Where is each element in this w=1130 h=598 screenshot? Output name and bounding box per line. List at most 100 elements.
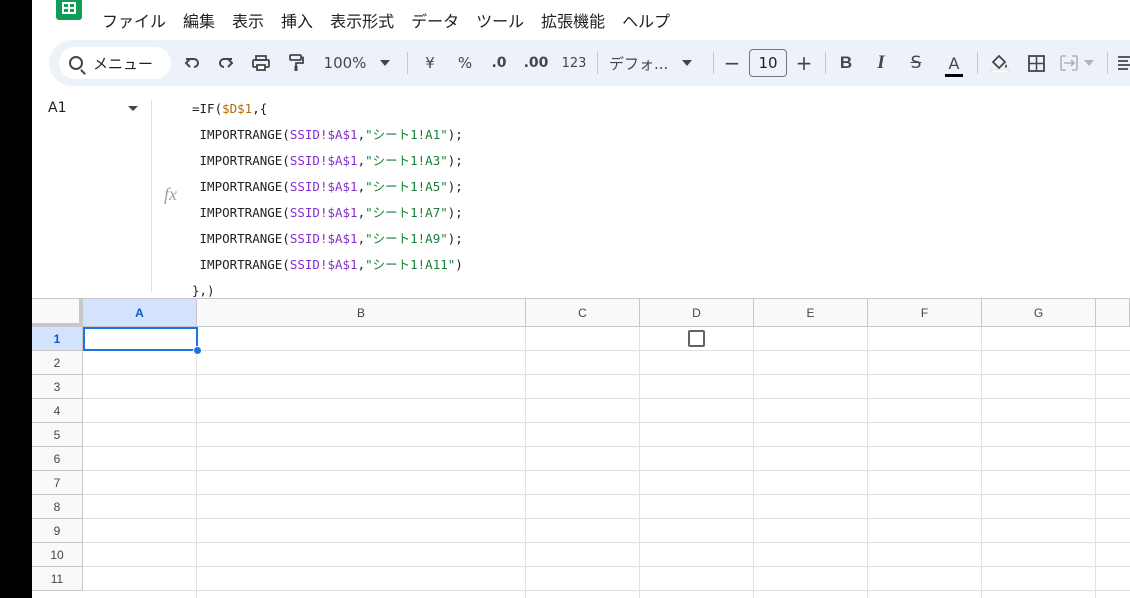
font-select[interactable]: デフォ... (609, 40, 701, 86)
grid-line (83, 566, 1130, 567)
font-size-input[interactable]: 10 (749, 49, 787, 77)
formula-line: =IF($D$1,{ (192, 98, 463, 124)
row-header-3[interactable]: 3 (32, 375, 83, 399)
percent-format-button[interactable]: % (454, 40, 476, 86)
grid-line (83, 374, 1130, 375)
menu-extensions[interactable]: 拡張機能 (541, 8, 605, 32)
column-header-b[interactable]: B (197, 299, 526, 327)
row-header-11[interactable]: 11 (32, 567, 83, 591)
formula-token: },) (192, 283, 215, 298)
row-header-1[interactable]: 1 (32, 327, 83, 351)
grid-line (196, 327, 197, 598)
column-header-next[interactable] (1096, 299, 1130, 327)
decrease-decimal-button[interactable]: .0 (486, 40, 512, 86)
strikethrough-icon: S (910, 53, 922, 73)
horizontal-align-button[interactable] (1115, 40, 1130, 86)
menu-data[interactable]: データ (411, 8, 459, 32)
formula-token: IMPORTRANGE( (192, 127, 290, 142)
currency-format-button[interactable]: ¥ (419, 40, 441, 86)
print-button[interactable] (250, 40, 272, 86)
fill-handle[interactable] (193, 346, 202, 355)
formula-token: IMPORTRANGE( (192, 231, 290, 246)
paint-roller-icon (289, 54, 304, 71)
menu-tools[interactable]: ツール (476, 8, 524, 32)
formula-bar-divider (151, 100, 152, 292)
menu-edit[interactable]: 編集 (183, 8, 215, 32)
more-formats-button[interactable]: 123 (559, 40, 589, 86)
formula-line: IMPORTRANGE(SSID!$A$1,"シート1!A1"); (192, 124, 463, 150)
align-left-icon (1118, 56, 1130, 70)
menu-bar: ファイル 編集 表示 挿入 表示形式 データ ツール 拡張機能 ヘルプ (102, 8, 670, 32)
toolbar-divider (977, 52, 978, 74)
borders-button[interactable] (1025, 40, 1047, 86)
formula-token: "シート1!A7" (365, 205, 448, 220)
column-header-f[interactable]: F (868, 299, 982, 327)
row-header-6[interactable]: 6 (32, 447, 83, 471)
merge-cells-button[interactable] (1057, 40, 1097, 86)
column-header-d[interactable]: D (640, 299, 754, 327)
undo-icon (184, 58, 199, 68)
column-header-a[interactable]: A (83, 299, 197, 327)
row-header-4[interactable]: 4 (32, 399, 83, 423)
column-header-g[interactable]: G (982, 299, 1096, 327)
strikethrough-button[interactable]: S (905, 40, 927, 86)
formula-token: $D$1 (222, 101, 253, 116)
formula-token: ) (455, 257, 463, 272)
formula-token: , (357, 205, 366, 220)
paint-format-button[interactable] (285, 40, 307, 86)
menu-insert[interactable]: 挿入 (281, 8, 313, 32)
name-box[interactable]: A1 (48, 100, 66, 116)
formula-token: "シート1!A11" (365, 257, 456, 272)
selected-cell-a1[interactable] (83, 327, 198, 351)
menu-help[interactable]: ヘルプ (622, 8, 670, 32)
italic-icon: I (877, 52, 885, 73)
checkbox-d1[interactable] (688, 330, 705, 347)
increase-decimal-button[interactable]: .00 (521, 40, 551, 86)
zoom-value: 100% (323, 54, 367, 72)
row-header-10[interactable]: 10 (32, 543, 83, 567)
borders-icon (1027, 54, 1045, 72)
row-header-8[interactable]: 8 (32, 495, 83, 519)
undo-button[interactable] (181, 40, 203, 86)
grid-line (981, 327, 982, 598)
fx-icon: fx (164, 184, 177, 204)
sheets-logo-icon[interactable] (56, 0, 82, 20)
name-box-dropdown-icon[interactable] (128, 106, 138, 111)
row-header-7[interactable]: 7 (32, 471, 83, 495)
grid-line (83, 590, 1130, 591)
text-color-button[interactable]: A (943, 40, 965, 86)
italic-button[interactable]: I (870, 40, 892, 86)
menu-search[interactable]: メニュー (59, 47, 171, 79)
row-header-5[interactable]: 5 (32, 423, 83, 447)
formula-token: ,{ (252, 101, 268, 116)
formula-token: , (357, 153, 366, 168)
formula-token: ); (447, 231, 463, 246)
row-header-2[interactable]: 2 (32, 351, 83, 375)
formula-token: SSID!$A$1 (289, 153, 358, 168)
formula-line: IMPORTRANGE(SSID!$A$1,"シート1!A3"); (192, 150, 463, 176)
formula-token: , (357, 231, 366, 246)
minus-icon: − (723, 51, 741, 75)
menu-view[interactable]: 表示 (232, 8, 264, 32)
print-icon (252, 55, 270, 71)
menu-format[interactable]: 表示形式 (330, 8, 394, 32)
bold-button[interactable]: B (835, 40, 857, 86)
row-header-9[interactable]: 9 (32, 519, 83, 543)
redo-button[interactable] (215, 40, 237, 86)
zoom-select[interactable]: 100% (321, 40, 393, 86)
formula-line: IMPORTRANGE(SSID!$A$1,"シート1!A7"); (192, 202, 463, 228)
select-all-corner[interactable] (32, 299, 83, 327)
formula-token: =IF( (192, 101, 223, 116)
menu-file[interactable]: ファイル (102, 8, 166, 32)
number-format-icon: 123 (561, 55, 587, 71)
column-header-c[interactable]: C (526, 299, 640, 327)
fill-color-button[interactable] (987, 40, 1013, 86)
toolbar-divider (713, 52, 714, 74)
formula-input[interactable]: =IF($D$1,{ IMPORTRANGE(SSID!$A$1,"シート1!A… (192, 98, 463, 306)
formula-token: ); (447, 179, 463, 194)
grid-line (525, 327, 526, 598)
decrease-font-size-button[interactable]: − (721, 40, 743, 86)
merge-cells-icon (1060, 55, 1078, 71)
increase-font-size-button[interactable]: + (793, 40, 815, 86)
column-header-e[interactable]: E (754, 299, 868, 327)
